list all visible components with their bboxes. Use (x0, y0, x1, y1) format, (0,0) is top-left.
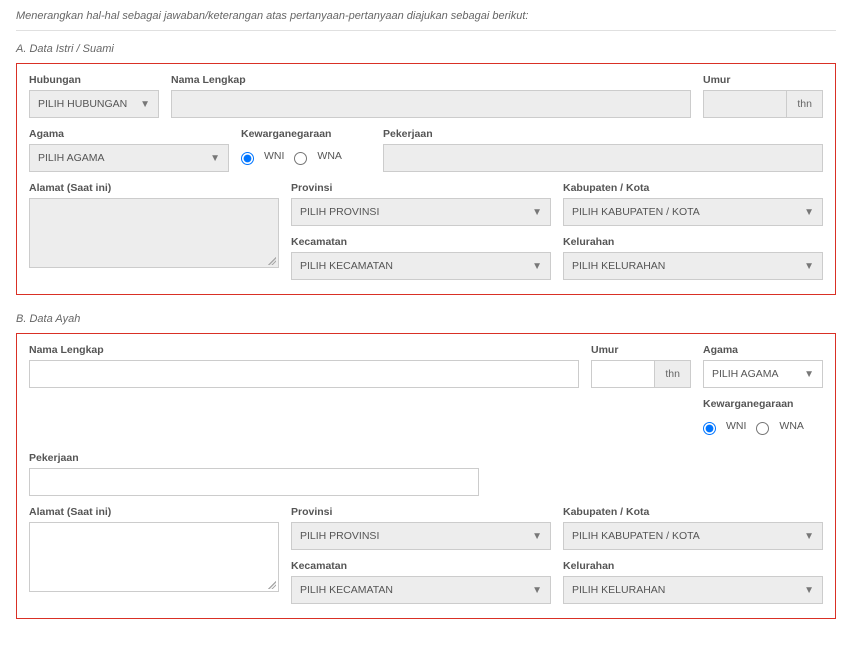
wni-a-radio[interactable] (241, 152, 254, 165)
alamat-a-textarea[interactable] (29, 198, 279, 268)
kec-a-select[interactable]: PILIH KECAMATAN ▼ (291, 252, 551, 280)
kewarg-a-label: Kewarganegaraan (241, 128, 371, 140)
wni-b-label: WNI (726, 420, 746, 432)
kab-a-label: Kabupaten / Kota (563, 182, 823, 194)
umur-a-label: Umur (703, 74, 823, 86)
kab-b-label: Kabupaten / Kota (563, 506, 823, 518)
prov-a-label: Provinsi (291, 182, 551, 194)
chevron-down-icon: ▼ (804, 369, 814, 380)
wni-b-radio[interactable] (703, 422, 716, 435)
chevron-down-icon: ▼ (804, 531, 814, 542)
pekerjaan-a-label: Pekerjaan (383, 128, 823, 140)
nama-a-label: Nama Lengkap (171, 74, 691, 86)
prov-b-value: PILIH PROVINSI (300, 530, 379, 542)
section-b-box: Nama Lengkap Umur thn Agama PILIH AGAMA … (16, 333, 836, 619)
nama-a-input[interactable] (171, 90, 691, 118)
pekerjaan-b-input[interactable] (29, 468, 479, 496)
section-b-title: B. Data Ayah (16, 313, 836, 325)
umur-a-suffix: thn (787, 90, 823, 118)
kel-a-select[interactable]: PILIH KELURAHAN ▼ (563, 252, 823, 280)
chevron-down-icon: ▼ (210, 153, 220, 164)
kab-b-value: PILIH KABUPATEN / KOTA (572, 530, 700, 542)
section-a-title: A. Data Istri / Suami (16, 43, 836, 55)
divider (16, 30, 836, 31)
agama-a-label: Agama (29, 128, 229, 140)
wna-b-radio[interactable] (756, 422, 769, 435)
umur-b-label: Umur (591, 344, 691, 356)
wna-a-radio[interactable] (294, 152, 307, 165)
chevron-down-icon: ▼ (804, 261, 814, 272)
kewarg-b-label: Kewarganegaraan (703, 398, 823, 410)
kec-b-label: Kecamatan (291, 560, 551, 572)
hubungan-select[interactable]: PILIH HUBUNGAN ▼ (29, 90, 159, 118)
alamat-b-label: Alamat (Saat ini) (29, 506, 279, 518)
umur-b-suffix: thn (655, 360, 691, 388)
agama-a-select[interactable]: PILIH AGAMA ▼ (29, 144, 229, 172)
pekerjaan-a-input[interactable] (383, 144, 823, 172)
intro-text: Menerangkan hal-hal sebagai jawaban/kete… (16, 10, 836, 22)
alamat-b-textarea[interactable] (29, 522, 279, 592)
alamat-a-label: Alamat (Saat ini) (29, 182, 279, 194)
kec-b-value: PILIH KECAMATAN (300, 584, 393, 596)
wna-b-label: WNA (779, 420, 804, 432)
wna-a-label: WNA (317, 150, 342, 162)
kel-b-label: Kelurahan (563, 560, 823, 572)
chevron-down-icon: ▼ (532, 261, 542, 272)
chevron-down-icon: ▼ (140, 99, 150, 110)
kec-a-value: PILIH KECAMATAN (300, 260, 393, 272)
agama-a-value: PILIH AGAMA (38, 152, 105, 164)
hubungan-label: Hubungan (29, 74, 159, 86)
agama-b-value: PILIH AGAMA (712, 368, 779, 380)
prov-a-select[interactable]: PILIH PROVINSI ▼ (291, 198, 551, 226)
kab-b-select[interactable]: PILIH KABUPATEN / KOTA ▼ (563, 522, 823, 550)
nama-b-input[interactable] (29, 360, 579, 388)
kel-a-label: Kelurahan (563, 236, 823, 248)
chevron-down-icon: ▼ (532, 585, 542, 596)
chevron-down-icon: ▼ (532, 207, 542, 218)
umur-b-input[interactable] (591, 360, 655, 388)
prov-b-label: Provinsi (291, 506, 551, 518)
kel-b-select[interactable]: PILIH KELURAHAN ▼ (563, 576, 823, 604)
kab-a-select[interactable]: PILIH KABUPATEN / KOTA ▼ (563, 198, 823, 226)
agama-b-label: Agama (703, 344, 823, 356)
wni-a-label: WNI (264, 150, 284, 162)
prov-a-value: PILIH PROVINSI (300, 206, 379, 218)
section-a-box: Hubungan PILIH HUBUNGAN ▼ Nama Lengkap U… (16, 63, 836, 295)
umur-a-input[interactable] (703, 90, 787, 118)
prov-b-select[interactable]: PILIH PROVINSI ▼ (291, 522, 551, 550)
hubungan-value: PILIH HUBUNGAN (38, 98, 127, 110)
kab-a-value: PILIH KABUPATEN / KOTA (572, 206, 700, 218)
kec-b-select[interactable]: PILIH KECAMATAN ▼ (291, 576, 551, 604)
chevron-down-icon: ▼ (532, 531, 542, 542)
chevron-down-icon: ▼ (804, 207, 814, 218)
agama-b-select[interactable]: PILIH AGAMA ▼ (703, 360, 823, 388)
pekerjaan-b-label: Pekerjaan (29, 452, 479, 464)
kel-a-value: PILIH KELURAHAN (572, 260, 665, 272)
chevron-down-icon: ▼ (804, 585, 814, 596)
kel-b-value: PILIH KELURAHAN (572, 584, 665, 596)
kec-a-label: Kecamatan (291, 236, 551, 248)
nama-b-label: Nama Lengkap (29, 344, 579, 356)
